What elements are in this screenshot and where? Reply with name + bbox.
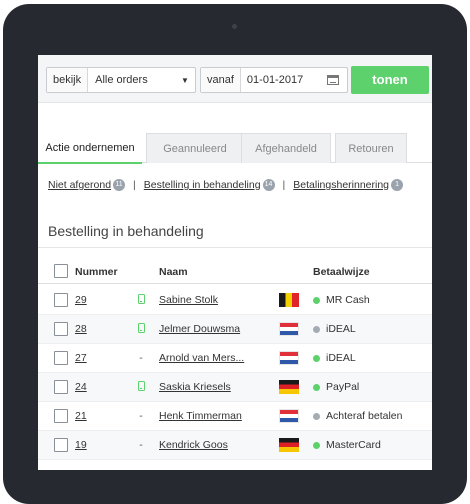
camera-dot (232, 24, 237, 29)
count-badge: 11 (113, 179, 126, 191)
order-number-link[interactable]: 28 (75, 323, 87, 335)
payment-status-dot (313, 326, 320, 333)
country-flag-icon (279, 293, 299, 307)
count-badge: 1 (391, 179, 404, 191)
divider (38, 247, 432, 248)
phone-icon (136, 323, 146, 336)
caret-down-icon: ▼ (181, 75, 189, 85)
status-dash: - (139, 410, 143, 422)
payment-status-dot (313, 384, 320, 391)
header-name: Naam (159, 266, 188, 278)
tab-actie-ondernemen[interactable]: Actie ondernemen (38, 133, 142, 164)
header-payment: Betaalwijze (313, 266, 370, 278)
separator: | (282, 179, 286, 191)
customer-name-link[interactable]: Sabine Stolk (159, 294, 218, 306)
payment-status-dot (313, 442, 320, 449)
customer-name-link[interactable]: Jelmer Douwsma (159, 323, 240, 335)
phone-icon (136, 381, 146, 394)
payment-status-dot (313, 355, 320, 362)
tab-afgehandeld[interactable]: Afgehandeld (241, 133, 331, 163)
country-flag-icon (279, 409, 299, 423)
country-flag-icon (279, 351, 299, 365)
table-row[interactable]: 27 - Arnold van Mers... iDEAL (38, 344, 432, 373)
payment-method: MasterCard (326, 439, 381, 451)
order-tabs: Actie ondernemen Geannuleerd Afgehandeld… (38, 133, 432, 164)
calendar-icon[interactable] (327, 75, 339, 85)
payment-method: iDEAL (326, 352, 356, 364)
payment-status-dot (313, 413, 320, 420)
phone-icon (136, 294, 146, 307)
row-checkbox[interactable] (54, 380, 68, 394)
payment-method: PayPal (326, 381, 360, 393)
customer-name-link[interactable]: Kendrick Goos (159, 439, 228, 451)
from-date-field[interactable]: vanaf 01-01-2017 (200, 67, 348, 93)
link-bestelling-in-behandeling[interactable]: Bestelling in behandeling (144, 179, 261, 191)
payment-method: Achteraf betalen (326, 410, 403, 422)
view-select-label: bekijk (47, 68, 89, 92)
row-checkbox[interactable] (54, 293, 68, 307)
from-date-label: vanaf (201, 68, 241, 92)
order-number-link[interactable]: 24 (75, 381, 87, 393)
country-flag-icon (279, 380, 299, 394)
link-niet-afgerond[interactable]: Niet afgerond (48, 179, 111, 191)
table-header: Nummer Naam Betaalwijze (38, 258, 432, 284)
customer-name-link[interactable]: Henk Timmerman (159, 410, 242, 422)
status-links: Niet afgerond 11 | Bestelling in behande… (48, 179, 432, 191)
order-number-link[interactable]: 29 (75, 294, 87, 306)
filter-bar: bekijk Alle orders ▼ vanaf 01-01-2017 to… (38, 55, 432, 103)
status-dash: - (139, 352, 143, 364)
order-number-link[interactable]: 21 (75, 410, 87, 422)
status-dash: - (139, 439, 143, 451)
table-row[interactable]: 28 Jelmer Douwsma iDEAL (38, 315, 432, 344)
view-select[interactable]: bekijk Alle orders ▼ (46, 67, 196, 93)
show-button[interactable]: tonen (351, 66, 429, 94)
row-checkbox[interactable] (54, 322, 68, 336)
header-number: Nummer (75, 266, 118, 278)
payment-method: MR Cash (326, 294, 370, 306)
section-title: Bestelling in behandeling (48, 223, 204, 239)
country-flag-icon (279, 438, 299, 452)
link-betalingsherinnering[interactable]: Betalingsherinnering (293, 179, 389, 191)
tab-geannuleerd[interactable]: Geannuleerd (146, 133, 244, 163)
payment-method: iDEAL (326, 323, 356, 335)
from-date-value: 01-01-2017 (246, 74, 304, 86)
row-checkbox[interactable] (54, 351, 68, 365)
screen: bekijk Alle orders ▼ vanaf 01-01-2017 to… (38, 55, 432, 470)
payment-status-dot (313, 297, 320, 304)
country-flag-icon (279, 322, 299, 336)
table-row[interactable]: 24 Saskia Kriesels PayPal (38, 373, 432, 402)
order-number-link[interactable]: 27 (75, 352, 87, 364)
row-checkbox[interactable] (54, 438, 68, 452)
customer-name-link[interactable]: Arnold van Mers... (159, 352, 244, 364)
order-number-link[interactable]: 19 (75, 439, 87, 451)
count-badge: 14 (262, 179, 275, 191)
row-checkbox[interactable] (54, 409, 68, 423)
select-all-checkbox[interactable] (54, 264, 68, 278)
tab-retouren[interactable]: Retouren (335, 133, 407, 163)
table-row[interactable]: 21 - Henk Timmerman Achteraf betalen (38, 402, 432, 431)
table-row[interactable]: 29 Sabine Stolk MR Cash (38, 286, 432, 315)
table-row[interactable]: 19 - Kendrick Goos MasterCard (38, 431, 432, 460)
view-select-value: Alle orders (95, 74, 148, 86)
separator: | (133, 179, 136, 191)
customer-name-link[interactable]: Saskia Kriesels (159, 381, 231, 393)
